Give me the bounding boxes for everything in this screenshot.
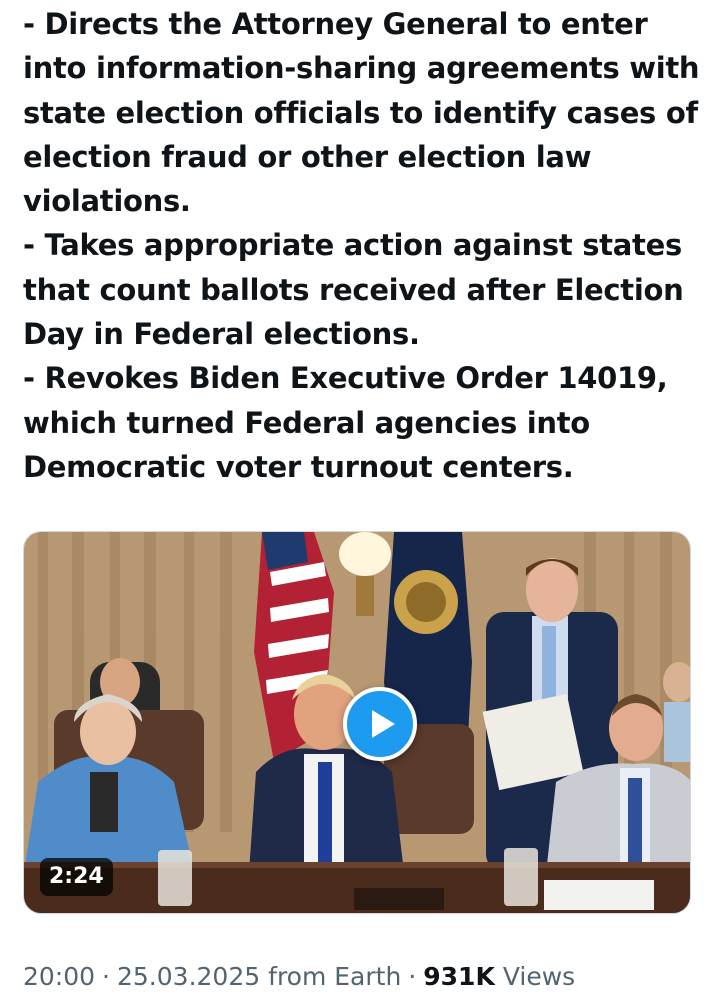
post-text-line: Day in Federal elections. <box>23 317 420 352</box>
post-text-line: into information-sharing agreements with <box>23 51 700 86</box>
post-text-line: - Directs the Attorney General to enter <box>23 7 648 41</box>
post-text-line: which turned Federal agencies into <box>23 405 590 440</box>
post-text-line: Democratic voter turnout centers. <box>23 449 574 484</box>
meta-separator: · <box>102 961 110 991</box>
video-duration-badge: 2:24 <box>40 858 113 896</box>
post-meta: 20:00 · 25.03.2025 from Earth · 931K Vie… <box>23 956 575 996</box>
post-text-line: - Takes appropriate action against state… <box>23 228 682 263</box>
post-time[interactable]: 20:00 <box>23 962 95 991</box>
post-text-line: state election officials to identify cas… <box>23 95 698 130</box>
play-icon <box>371 710 395 738</box>
video-player[interactable]: 2:24 <box>23 531 691 914</box>
meta-separator: · <box>408 961 417 991</box>
post-text-line: election fraud or other election law <box>23 139 592 174</box>
post-text: - Directs the Attorney General to enter … <box>23 2 700 489</box>
post-text-line: that count ballots received after Electi… <box>23 272 684 307</box>
views-count[interactable]: 931K <box>423 962 495 991</box>
play-button[interactable] <box>343 687 417 761</box>
views-label: Views <box>502 961 576 991</box>
post-text-line: - Revokes Biden Executive Order 14019, <box>23 361 668 396</box>
post-source: from Earth <box>268 961 402 991</box>
post-text-line: violations. <box>23 184 191 219</box>
post-date[interactable]: 25.03.2025 <box>117 962 260 991</box>
